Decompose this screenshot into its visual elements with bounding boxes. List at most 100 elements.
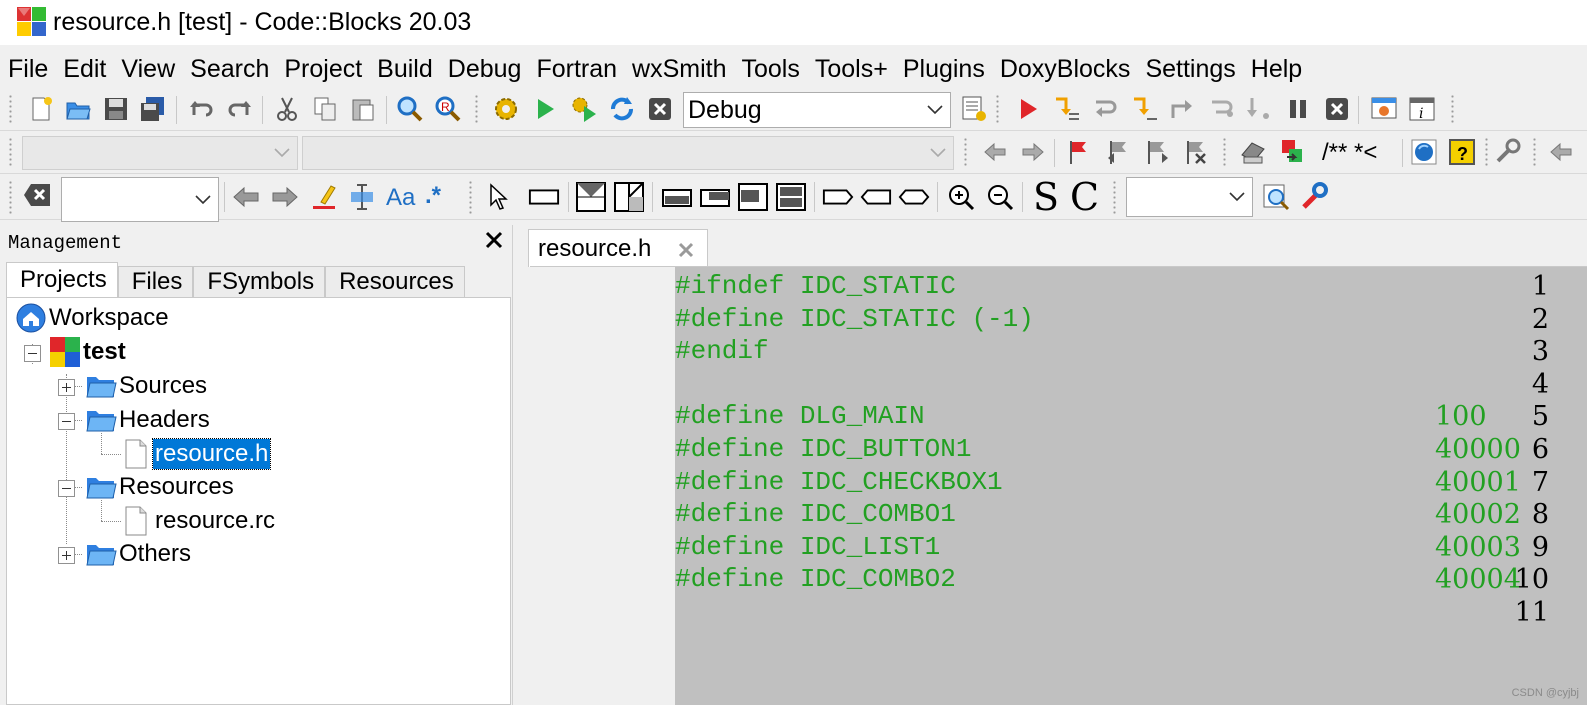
clear-bookmarks-icon[interactable]: [1179, 136, 1211, 168]
paste-icon[interactable]: [347, 93, 379, 125]
highlight-icon[interactable]: [308, 181, 340, 213]
border-both-icon[interactable]: [898, 181, 930, 213]
tab-fsymbols[interactable]: FSymbols: [193, 266, 326, 298]
debug-start-icon[interactable]: [1012, 93, 1044, 125]
code-editor[interactable]: 1 #ifndef IDC_STATIC 2 #define IDC_STATI…: [530, 266, 1587, 705]
menu-debug[interactable]: Debug: [440, 52, 529, 88]
redo-icon[interactable]: [223, 93, 255, 125]
toolbar-grip[interactable]: [8, 137, 13, 167]
break-debugger-icon[interactable]: [1282, 93, 1314, 125]
editor-tab-resource-h[interactable]: resource.h: [528, 229, 708, 267]
search-previous-icon[interactable]: [230, 181, 262, 213]
align-bottom-icon[interactable]: [737, 181, 769, 213]
border-right-icon[interactable]: [822, 181, 854, 213]
show-select-target-dialog-icon[interactable]: [958, 93, 990, 125]
regex-toggle[interactable]: .*: [425, 180, 441, 212]
open-file-icon[interactable]: [62, 93, 94, 125]
toolbar-grip[interactable]: [468, 180, 473, 214]
zoom-in-icon[interactable]: [945, 181, 977, 213]
align-top-icon[interactable]: [661, 181, 693, 213]
incremental-search-input[interactable]: [61, 177, 219, 222]
various-info-icon[interactable]: i: [1406, 93, 1438, 125]
back-arrow-icon[interactable]: [1545, 136, 1577, 168]
extract-documentation-icon[interactable]: [1276, 136, 1308, 168]
menu-project[interactable]: Project: [276, 52, 369, 88]
build-gear-icon[interactable]: [490, 93, 522, 125]
jump-back-icon[interactable]: [979, 136, 1011, 168]
collapse-toggle[interactable]: [24, 345, 41, 362]
sizer-c-button[interactable]: C: [1070, 177, 1099, 217]
tree-file-resource-rc[interactable]: resource.rc: [123, 505, 277, 537]
search-next-icon[interactable]: [269, 181, 301, 213]
debugging-windows-icon[interactable]: [1368, 93, 1400, 125]
doxywizard-icon[interactable]: [1237, 136, 1269, 168]
clear-search-icon[interactable]: [22, 179, 54, 211]
menu-fortran[interactable]: Fortran: [528, 52, 624, 88]
tree-item-project[interactable]: test: [49, 336, 128, 368]
match-case-toggle[interactable]: Aa: [386, 182, 415, 214]
tab-projects[interactable]: Projects: [6, 262, 118, 298]
menu-settings[interactable]: Settings: [1137, 52, 1242, 88]
new-file-icon[interactable]: [25, 93, 57, 125]
toolbar-grip[interactable]: [8, 94, 13, 124]
help-icon[interactable]: ?: [1446, 136, 1478, 168]
expand-toggle[interactable]: [58, 379, 75, 396]
build-and-run-icon[interactable]: [568, 93, 600, 125]
insert-comment-block-button[interactable]: /** *<: [1322, 137, 1377, 169]
toolbar-grip[interactable]: [963, 137, 968, 167]
tab-files[interactable]: Files: [117, 266, 194, 298]
collapse-toggle[interactable]: [58, 413, 75, 430]
close-tab-icon[interactable]: [676, 240, 696, 260]
toolbar-grip[interactable]: [1222, 137, 1227, 167]
menu-tools-plus[interactable]: Tools+: [807, 52, 895, 88]
toolbar-grip[interactable]: [1450, 94, 1455, 124]
run-to-cursor-icon[interactable]: [1050, 93, 1082, 125]
insert-into-icon[interactable]: [528, 181, 560, 213]
close-icon[interactable]: [483, 229, 505, 251]
wxsmith-select[interactable]: [1126, 177, 1253, 217]
save-icon[interactable]: [100, 93, 132, 125]
sizer-s-button[interactable]: S: [1033, 177, 1059, 217]
insert-after-icon[interactable]: [613, 181, 645, 213]
tree-folder-sources[interactable]: Sources: [85, 370, 209, 402]
replace-icon[interactable]: R: [432, 93, 464, 125]
menu-wxsmith[interactable]: wxSmith: [624, 52, 733, 88]
expand-toggle[interactable]: [58, 547, 75, 564]
step-out-icon[interactable]: [1166, 93, 1198, 125]
toolbar-grip[interactable]: [8, 180, 13, 214]
tree-folder-resources[interactable]: Resources: [85, 471, 236, 503]
toolbar-grip[interactable]: [1484, 137, 1489, 167]
menu-tools[interactable]: Tools: [734, 52, 807, 88]
tree-item-workspace[interactable]: Workspace: [15, 302, 171, 334]
tree-folder-others[interactable]: Others: [85, 538, 193, 570]
jump-forward-icon[interactable]: [1017, 136, 1049, 168]
cut-icon[interactable]: [271, 93, 303, 125]
copy-icon[interactable]: [309, 93, 341, 125]
border-left-icon[interactable]: [860, 181, 892, 213]
stop-debugger-icon[interactable]: [1321, 93, 1353, 125]
align-middle-icon[interactable]: [699, 181, 731, 213]
step-into-icon[interactable]: [1128, 93, 1160, 125]
menu-help[interactable]: Help: [1243, 52, 1309, 88]
toolbar-grip[interactable]: [1112, 180, 1117, 214]
preview-icon[interactable]: [1260, 181, 1292, 213]
rebuild-icon[interactable]: [606, 93, 638, 125]
settings-wrench-icon[interactable]: [1491, 136, 1523, 168]
insert-before-icon[interactable]: [575, 181, 607, 213]
step-into-instruction-icon[interactable]: [1243, 93, 1275, 125]
pointer-tool-icon[interactable]: [482, 181, 514, 213]
tree-file-resource-h[interactable]: resource.h: [123, 438, 272, 470]
toolbar-grip[interactable]: [1532, 137, 1537, 167]
find-icon[interactable]: [394, 93, 426, 125]
tab-resources[interactable]: Resources: [325, 266, 465, 298]
next-bookmark-icon[interactable]: [1140, 136, 1172, 168]
properties-wrench-icon[interactable]: [1298, 181, 1330, 213]
toolbar-grip[interactable]: [995, 94, 1000, 124]
menu-doxyblocks[interactable]: DoxyBlocks: [992, 52, 1138, 88]
abort-icon[interactable]: [644, 93, 676, 125]
undo-icon[interactable]: [186, 93, 218, 125]
menu-view[interactable]: View: [113, 52, 182, 88]
previous-bookmark-icon[interactable]: [1102, 136, 1134, 168]
scope-select[interactable]: [22, 136, 298, 170]
menu-search[interactable]: Search: [182, 52, 276, 88]
